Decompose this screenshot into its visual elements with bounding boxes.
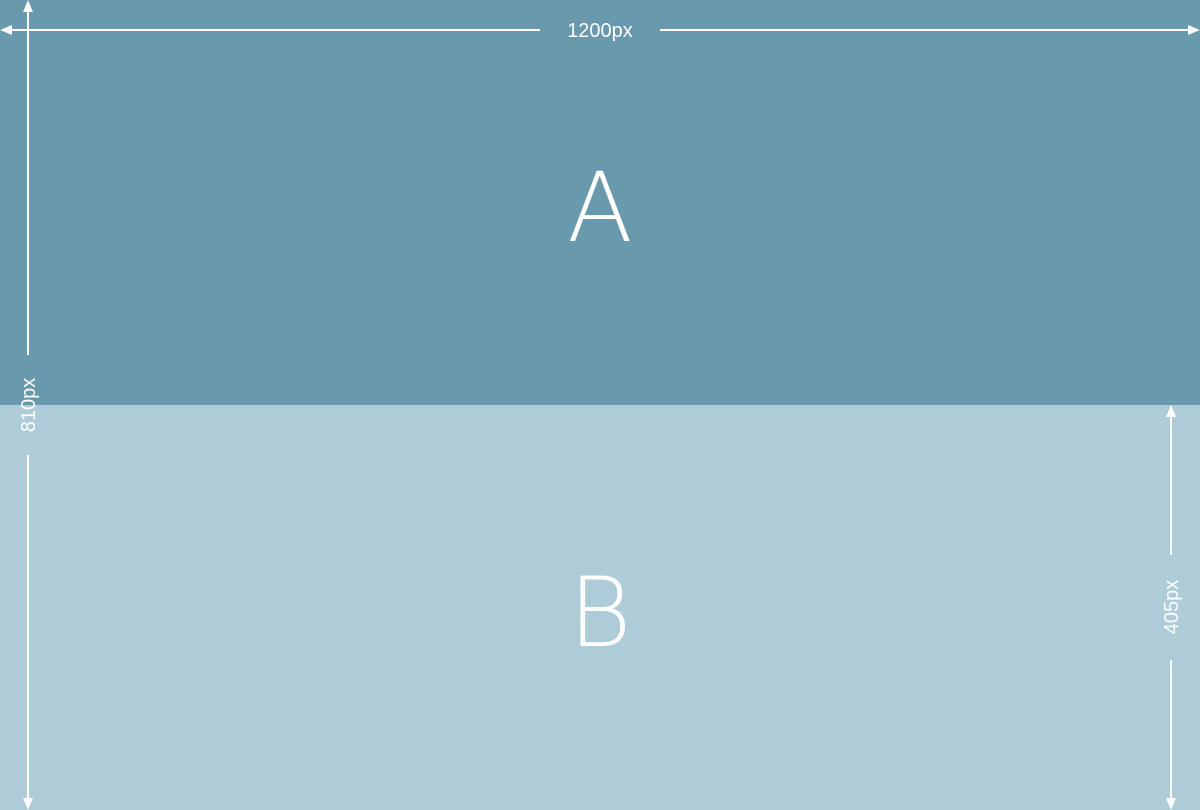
half-height-label: 405px	[1161, 580, 1183, 635]
dimension-overlay: 1200px 810px 405px	[0, 0, 1200, 810]
width-label: 1200px	[567, 20, 633, 42]
height-label: 810px	[18, 378, 40, 433]
